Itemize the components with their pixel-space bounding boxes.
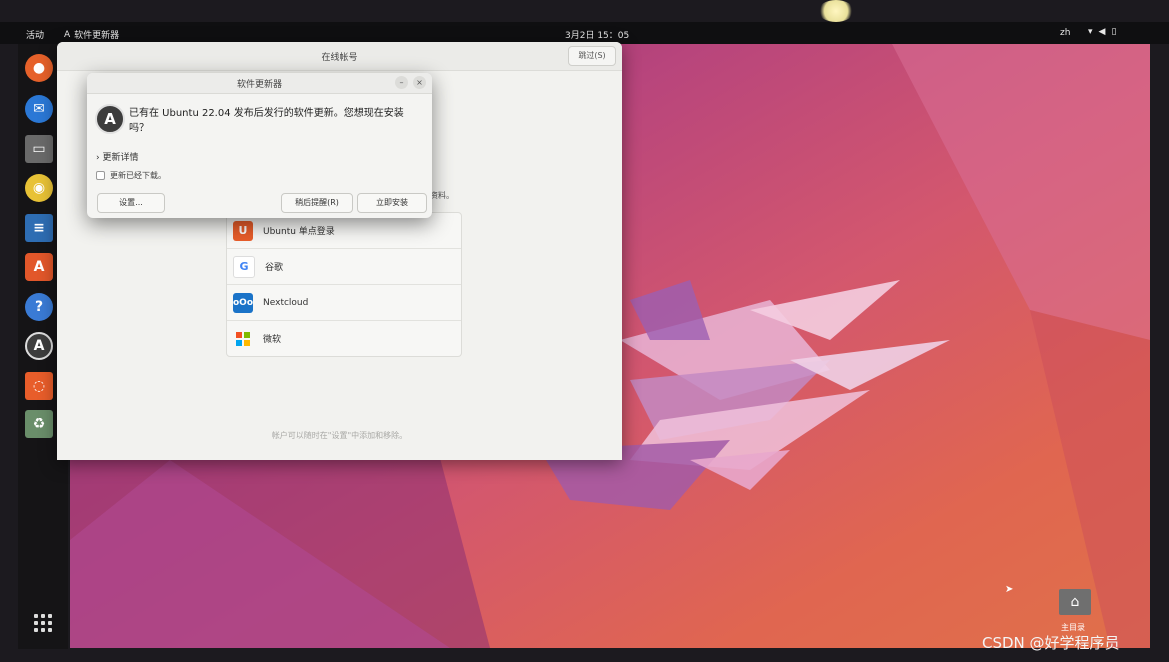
provider-label: Nextcloud xyxy=(263,297,309,308)
files-icon[interactable]: ▭ xyxy=(25,135,53,163)
skip-button[interactable]: 跳过(S) xyxy=(568,46,616,66)
details-label: 更新详情 xyxy=(102,153,139,163)
nextcloud-icon: oOo xyxy=(233,292,253,313)
activities-button[interactable]: 活动 xyxy=(26,28,44,41)
home-folder-icon[interactable]: ⌂ xyxy=(1059,589,1091,615)
footer-note: 帐户可以随时在"设置"中添加和移除。 xyxy=(271,431,408,440)
downloaded-status: 更新已经下载。 xyxy=(96,170,166,181)
system-tray[interactable]: ▾ ◀ ▯ xyxy=(1088,27,1116,37)
rhythmbox-icon[interactable]: ◉ xyxy=(25,174,53,202)
writer-icon[interactable]: ≡ xyxy=(25,214,53,242)
provider-label: 微软 xyxy=(263,335,282,345)
settings-button[interactable]: 设置... xyxy=(97,193,165,213)
screen: 活动 A 软件更新器 3月2日 15：05 zh ▾ ◀ ▯ ● ✉ ▭ ◉ ≡… xyxy=(0,0,1169,662)
light-glare xyxy=(818,0,854,22)
update-message: 已有在 Ubuntu 22.04 发布后发行的软件更新。您想现在安装吗？ xyxy=(129,108,404,134)
help-icon[interactable]: ? xyxy=(25,293,53,321)
chevron-right-icon: › xyxy=(96,153,100,163)
software-updater-icon: A xyxy=(95,104,125,134)
app-center-icon[interactable]: A xyxy=(25,253,53,281)
google-icon: G xyxy=(233,255,255,278)
provider-list: U Ubuntu 单点登录 G 谷歌 oOo Nextcloud 微软 xyxy=(226,212,462,357)
ubuntu-sso-icon: U xyxy=(233,220,253,241)
thunderbird-icon[interactable]: ✉ xyxy=(25,95,53,123)
volume-icon: ◀ xyxy=(1098,27,1106,37)
mouse-cursor-icon: ➤ xyxy=(1005,584,1014,595)
provider-microsoft[interactable]: 微软 xyxy=(227,321,461,356)
watermark: CSDN @好学程序员 xyxy=(982,634,1120,652)
show-apps-icon[interactable] xyxy=(34,614,54,634)
network-icon: ▾ xyxy=(1088,27,1093,37)
clock[interactable]: 3月2日 15：05 xyxy=(565,28,629,41)
dialog-title: 软件更新器 xyxy=(236,80,282,90)
microsoft-icon xyxy=(233,329,253,349)
window-title: 在线帐号 xyxy=(321,53,358,63)
updater-titlebar[interactable]: 软件更新器 – × xyxy=(87,73,432,94)
status-checkbox-icon xyxy=(96,171,105,180)
close-icon[interactable]: × xyxy=(413,76,426,89)
battery-icon: ▯ xyxy=(1111,27,1117,37)
provider-label: Ubuntu 单点登录 xyxy=(263,227,335,237)
update-details-toggle[interactable]: › 更新详情 xyxy=(96,150,139,163)
description-text: 资料。 xyxy=(430,191,454,200)
software-updater-dock-icon[interactable]: A xyxy=(25,332,53,360)
minimize-icon[interactable]: – xyxy=(395,76,408,89)
app-menu-label: 软件更新器 xyxy=(74,31,120,41)
install-now-button[interactable]: 立即安装 xyxy=(357,193,427,213)
top-bar: 活动 A 软件更新器 3月2日 15：05 zh ▾ ◀ ▯ xyxy=(0,22,1169,44)
app-menu[interactable]: A 软件更新器 xyxy=(64,28,120,42)
ubuntu-installer-icon[interactable]: ◌ xyxy=(25,372,53,400)
online-accounts-titlebar[interactable]: 在线帐号 跳过(S) xyxy=(57,42,622,71)
firefox-icon[interactable]: ● xyxy=(25,54,53,82)
provider-google[interactable]: G 谷歌 xyxy=(227,249,461,285)
provider-ubuntu-sso[interactable]: U Ubuntu 单点登录 xyxy=(227,213,461,249)
input-method-indicator[interactable]: zh xyxy=(1060,28,1070,38)
provider-nextcloud[interactable]: oOo Nextcloud xyxy=(227,285,461,321)
downloaded-label: 更新已经下载。 xyxy=(110,171,166,180)
software-updater-dialog: 软件更新器 – × A 已有在 Ubuntu 22.04 发布后发行的软件更新。… xyxy=(87,73,432,218)
remind-later-button[interactable]: 稍后提醒(R) xyxy=(281,193,353,213)
trash-icon[interactable]: ♻ xyxy=(25,410,53,438)
provider-label: 谷歌 xyxy=(265,263,284,273)
software-updater-icon: A xyxy=(64,29,71,40)
